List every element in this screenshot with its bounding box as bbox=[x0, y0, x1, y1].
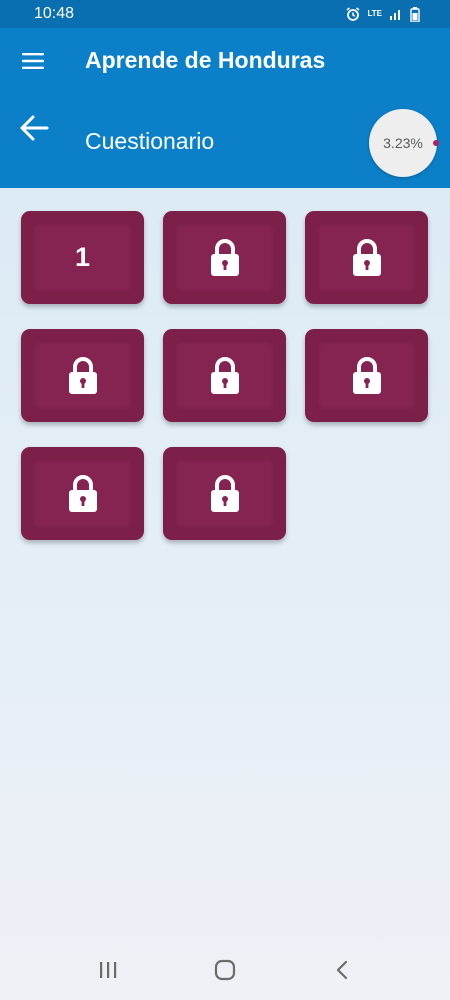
level-tile-locked[interactable] bbox=[305, 329, 428, 422]
app-bar: Aprende de Honduras Cuestionario 3.23% bbox=[0, 28, 450, 188]
arrow-left-icon bbox=[20, 115, 49, 141]
lock-icon bbox=[210, 238, 239, 276]
home-button[interactable] bbox=[200, 950, 250, 990]
level-tile-inner bbox=[33, 459, 132, 528]
level-tile-inner bbox=[317, 341, 416, 410]
lock-icon bbox=[210, 356, 239, 394]
lock-icon bbox=[352, 238, 381, 276]
app-title: Aprende de Honduras bbox=[85, 47, 326, 73]
menu-button[interactable] bbox=[18, 48, 48, 74]
battery-icon bbox=[410, 6, 420, 22]
lte-indicator: LTE bbox=[367, 9, 382, 18]
level-tile-inner bbox=[33, 341, 132, 410]
progress-indicator: 3.23% bbox=[369, 109, 437, 177]
level-tile-locked[interactable] bbox=[21, 329, 144, 422]
level-tile-inner: 1 bbox=[33, 223, 132, 292]
progress-marker bbox=[433, 140, 439, 146]
lock-icon bbox=[352, 356, 381, 394]
level-tile-inner bbox=[175, 459, 274, 528]
level-tile-locked[interactable] bbox=[21, 447, 144, 540]
level-tile-inner bbox=[175, 223, 274, 292]
back-icon bbox=[336, 960, 347, 980]
status-time: 10:48 bbox=[34, 5, 75, 22]
level-tile[interactable]: 1 bbox=[21, 211, 144, 304]
recent-apps-icon bbox=[100, 962, 117, 978]
hamburger-menu-icon bbox=[22, 53, 44, 69]
alarm-icon bbox=[346, 7, 360, 21]
level-tile-locked[interactable] bbox=[163, 447, 286, 540]
status-bar: 10:48 LTE bbox=[0, 0, 450, 28]
level-tile-inner bbox=[317, 223, 416, 292]
level-tile-locked[interactable] bbox=[163, 329, 286, 422]
lock-icon bbox=[210, 474, 239, 512]
recent-apps-button[interactable] bbox=[83, 950, 133, 990]
level-tile-inner bbox=[175, 341, 274, 410]
lock-icon bbox=[68, 356, 97, 394]
level-number: 1 bbox=[74, 242, 91, 272]
back-button[interactable] bbox=[14, 110, 54, 146]
page-title: Cuestionario bbox=[85, 128, 215, 154]
system-nav-bar bbox=[0, 940, 450, 1000]
level-tile-locked[interactable] bbox=[163, 211, 286, 304]
level-grid: 1 bbox=[21, 211, 431, 540]
lock-icon bbox=[68, 474, 97, 512]
signal-icon bbox=[390, 10, 400, 20]
home-icon bbox=[214, 959, 236, 981]
level-tile-locked[interactable] bbox=[305, 211, 428, 304]
status-icons: LTE bbox=[346, 6, 420, 22]
back-nav-button[interactable] bbox=[317, 950, 367, 990]
progress-text: 3.23% bbox=[383, 135, 423, 151]
